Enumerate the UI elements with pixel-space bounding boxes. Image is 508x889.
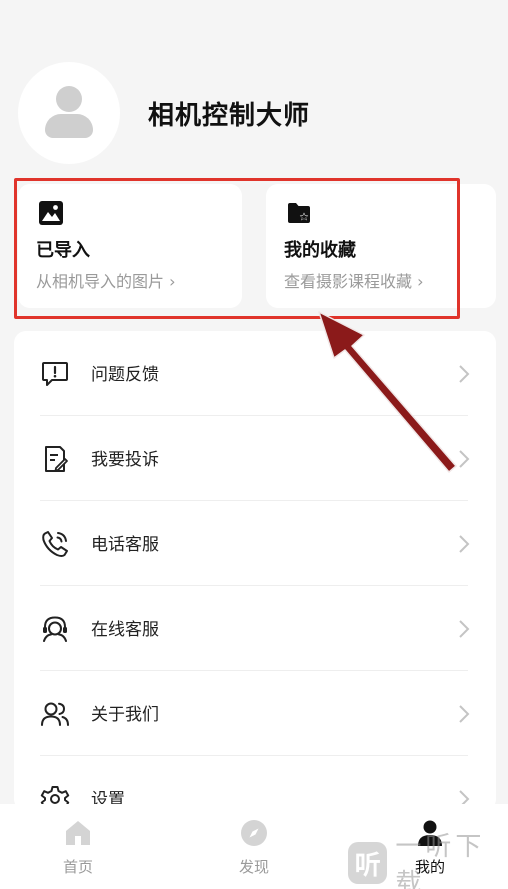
menu-item-complaint[interactable]: 我要投诉 <box>14 416 496 501</box>
chevron-right-icon <box>459 535 470 553</box>
phone-icon <box>42 531 68 557</box>
username: 相机控制大师 <box>148 100 311 131</box>
highlight-box <box>14 178 460 319</box>
avatar-head <box>56 86 82 112</box>
watermark-text: 一听下载 <box>395 832 486 889</box>
menu-item-settings[interactable]: 设置 <box>14 756 496 811</box>
headset-icon <box>43 616 67 642</box>
menu-item-phone-support[interactable]: 电话客服 <box>14 501 496 586</box>
chevron-right-icon <box>459 620 470 638</box>
menu-list: 问题反馈 我要投诉 电话客服 在线客服 关于我们 设置 <box>14 331 496 811</box>
avatar-body <box>45 114 93 138</box>
menu-item-label: 我要投诉 <box>91 450 159 470</box>
tab-home[interactable]: 首页 <box>38 818 118 877</box>
avatar[interactable] <box>18 62 120 164</box>
discover-icon <box>241 820 267 846</box>
menu-item-feedback[interactable]: 问题反馈 <box>14 331 496 416</box>
menu-item-about[interactable]: 关于我们 <box>14 671 496 756</box>
profile-header: 相机控制大师 <box>18 62 310 164</box>
chevron-right-icon <box>459 365 470 383</box>
tab-label: 首页 <box>62 858 93 876</box>
menu-item-label: 问题反馈 <box>91 365 159 385</box>
menu-item-label: 关于我们 <box>91 705 159 725</box>
tab-label: 发现 <box>238 858 269 876</box>
home-icon <box>66 821 90 845</box>
menu-item-online-support[interactable]: 在线客服 <box>14 586 496 671</box>
users-icon <box>41 702 69 726</box>
watermark: 听 一听下载 <box>348 832 508 889</box>
menu-item-label: 电话客服 <box>91 535 159 555</box>
menu-item-label: 在线客服 <box>91 620 159 640</box>
watermark-logo: 听 <box>348 842 388 884</box>
complaint-icon <box>45 446 68 472</box>
tab-discover[interactable]: 发现 <box>214 818 294 877</box>
feedback-icon <box>42 362 68 386</box>
chevron-right-icon <box>459 450 470 468</box>
chevron-right-icon <box>459 705 470 723</box>
